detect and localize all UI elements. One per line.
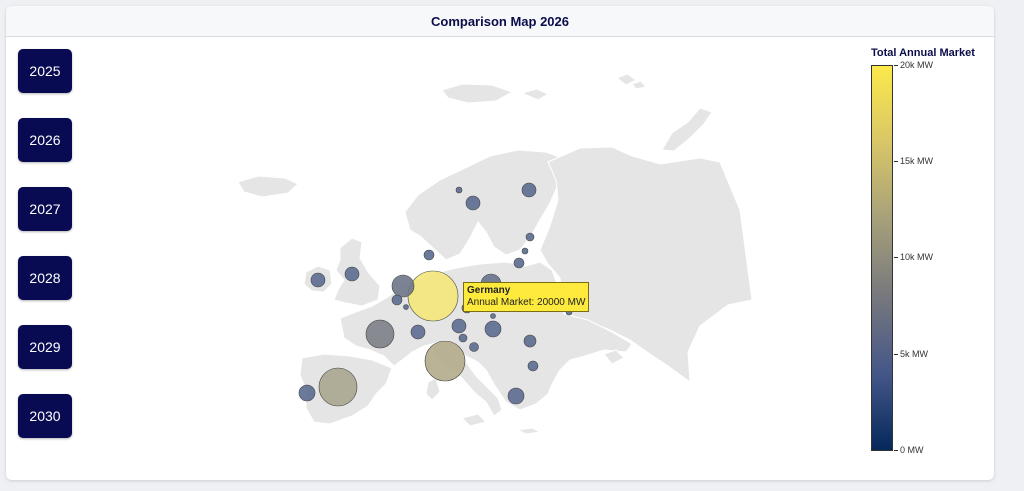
- tooltip-country: Germany: [467, 285, 511, 296]
- country-bubble[interactable]: [391, 274, 415, 298]
- country-bubble[interactable]: [403, 304, 409, 310]
- legend-tick: 0 MW: [894, 445, 924, 455]
- land-sicily: [461, 413, 487, 427]
- country-bubble[interactable]: [310, 272, 326, 288]
- country-bubble[interactable]: [410, 324, 426, 340]
- land-scandinavia: [404, 149, 567, 261]
- country-bubble[interactable]: [523, 334, 537, 348]
- legend-tick: 10k MW: [894, 252, 933, 262]
- legend-tick: 5k MW: [894, 349, 928, 359]
- country-bubble[interactable]: [451, 318, 467, 334]
- country-bubble[interactable]: [407, 270, 459, 322]
- country-bubble[interactable]: [458, 333, 468, 343]
- tooltip-value: Annual Market: 20000 MW: [467, 297, 586, 308]
- country-bubble[interactable]: [469, 342, 479, 352]
- country-bubble[interactable]: [318, 367, 358, 407]
- country-bubble[interactable]: [424, 340, 466, 382]
- country-bubble[interactable]: [298, 384, 316, 402]
- land-sardinia: [425, 377, 441, 401]
- land-svalbard: [441, 83, 514, 104]
- legend-tick: 20k MW: [894, 60, 933, 70]
- land-iceland: [237, 175, 299, 198]
- country-bubble[interactable]: [465, 195, 481, 211]
- country-bubble[interactable]: [507, 387, 525, 405]
- country-bubble[interactable]: [513, 257, 525, 269]
- country-bubble[interactable]: [527, 360, 539, 372]
- land-crimea: [603, 349, 625, 365]
- country-bubble[interactable]: [521, 247, 529, 255]
- country-bubble[interactable]: [365, 319, 395, 349]
- land-crete: [516, 427, 542, 435]
- land-novaya-zemlya: [661, 107, 713, 152]
- country-bubble[interactable]: [423, 249, 435, 261]
- land-svalbard-east: [520, 88, 550, 101]
- country-bubble[interactable]: [521, 182, 537, 198]
- country-bubble[interactable]: [344, 266, 360, 282]
- legend-colorbar: [871, 65, 893, 451]
- country-bubble[interactable]: [490, 313, 496, 319]
- country-bubble[interactable]: [525, 232, 535, 242]
- legend-tick: 15k MW: [894, 156, 933, 166]
- country-bubble[interactable]: [455, 186, 463, 194]
- map-tooltip: Germany Annual Market: 20000 MW: [463, 282, 590, 312]
- legend-title: Total Annual Market: [871, 47, 975, 59]
- country-bubble[interactable]: [391, 294, 403, 306]
- country-bubble[interactable]: [484, 320, 502, 338]
- land-franz-josef-2: [631, 80, 647, 90]
